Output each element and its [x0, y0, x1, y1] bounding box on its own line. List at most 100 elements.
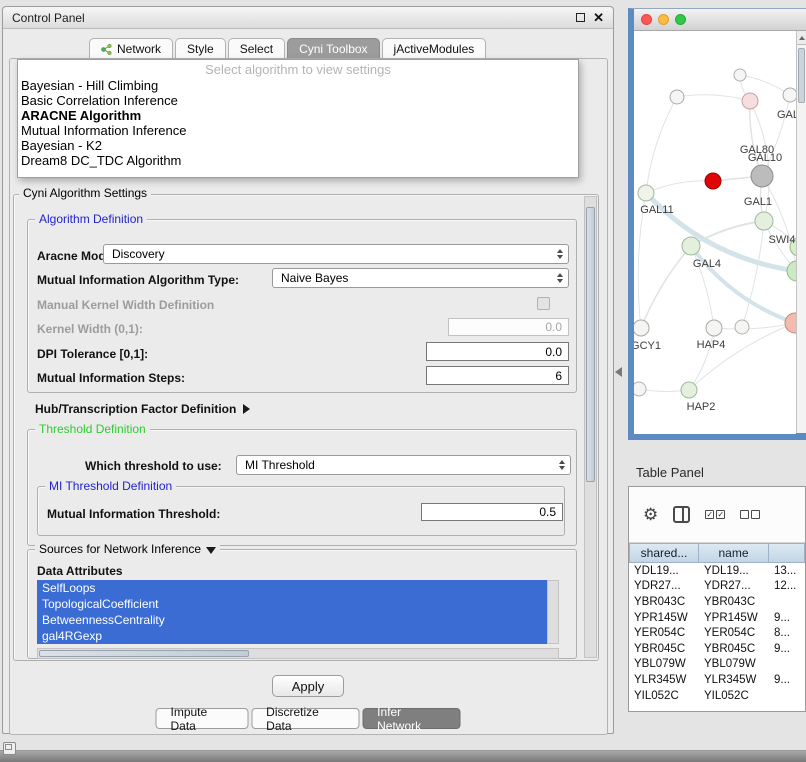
- network-node[interactable]: [670, 90, 684, 104]
- network-node-hap4[interactable]: [706, 320, 722, 336]
- column-header[interactable]: [769, 543, 805, 563]
- algorithm-option[interactable]: Bayesian - Hill Climbing: [18, 78, 578, 93]
- bottom-tab-discretize-data[interactable]: Discretize Data: [251, 708, 359, 729]
- split-pane-handle[interactable]: [615, 367, 622, 377]
- bottom-tab-infer-network[interactable]: Infer Network: [362, 708, 460, 729]
- aracne-mode-select[interactable]: Discovery: [103, 244, 569, 264]
- table-row[interactable]: YIL052CYIL052C: [629, 688, 805, 704]
- dpi-tolerance-field[interactable]: 0.0: [426, 342, 569, 361]
- gene-table-header: shared...name: [629, 543, 805, 563]
- algorithm-option[interactable]: Mutual Information Inference: [18, 123, 578, 138]
- attribute-list-item[interactable]: gal4RGexp: [37, 628, 547, 644]
- table-row[interactable]: YDR27...YDR27...12...: [629, 579, 805, 595]
- data-attributes-list: SelfLoopsTopologicalCoefficientBetweenne…: [37, 580, 547, 644]
- algorithm-option[interactable]: Bayesian - K2: [18, 138, 578, 153]
- network-node-gcy1[interactable]: [634, 320, 649, 336]
- network-edge[interactable]: [740, 75, 790, 95]
- select-all-checkboxes-icon[interactable]: ✓✓: [705, 510, 725, 519]
- minimize-traffic-light-icon[interactable]: [658, 14, 669, 25]
- kernel-width-label: Kernel Width (0,1):: [37, 322, 143, 336]
- network-node[interactable]: [705, 173, 721, 189]
- algorithm-definition-title: Algorithm Definition: [35, 213, 147, 226]
- collapsed-panel-icon[interactable]: [3, 742, 16, 755]
- table-cell: YBL079W: [699, 657, 769, 673]
- algorithm-option[interactable]: Dream8 DC_TDC Algorithm: [18, 153, 578, 168]
- node-label: GAL4: [693, 258, 721, 270]
- column-header[interactable]: name: [699, 543, 769, 563]
- mi-threshold-label: Mutual Information Threshold:: [47, 507, 220, 521]
- bottom-tab-impute-data[interactable]: Impute Data: [156, 708, 249, 729]
- manual-kernel-checkbox[interactable]: [537, 297, 550, 310]
- network-edge[interactable]: [691, 221, 764, 246]
- apply-button[interactable]: Apply: [272, 675, 344, 697]
- float-window-icon[interactable]: [576, 13, 585, 22]
- close-icon[interactable]: ✕: [593, 11, 604, 24]
- settings-scrollbar-thumb[interactable]: [586, 207, 595, 482]
- network-node-gal1[interactable]: [755, 212, 773, 230]
- tab-network[interactable]: Network: [89, 38, 173, 59]
- attributes-hscrollbar-thumb[interactable]: [39, 650, 249, 657]
- hub-section-toggle[interactable]: Hub/Transcription Factor Definition: [35, 402, 250, 416]
- network-edge[interactable]: [742, 221, 764, 327]
- column-selector-icon[interactable]: [673, 506, 690, 523]
- table-row[interactable]: YBR043CYBR043C: [629, 594, 805, 610]
- network-edge[interactable]: [677, 95, 750, 101]
- network-node-gal[interactable]: [783, 88, 796, 102]
- network-node-hap2[interactable]: [681, 382, 697, 398]
- tab-cyni-toolbox[interactable]: Cyni Toolbox: [287, 38, 379, 59]
- mi-steps-field[interactable]: 6: [426, 366, 569, 385]
- network-node-gal10[interactable]: [751, 165, 773, 187]
- network-edge[interactable]: [646, 181, 713, 193]
- attribute-list-item[interactable]: SelfLoops: [37, 580, 547, 596]
- hub-section-label: Hub/Transcription Factor Definition: [35, 402, 236, 416]
- tab-style[interactable]: Style: [175, 38, 226, 59]
- close-traffic-light-icon[interactable]: [641, 14, 652, 25]
- settings-scrollbar[interactable]: [584, 196, 597, 658]
- network-edge[interactable]: [641, 246, 691, 328]
- deselect-all-checkboxes-icon[interactable]: [740, 510, 760, 519]
- network-node[interactable]: [785, 313, 796, 333]
- tab-select[interactable]: Select: [228, 38, 285, 59]
- mi-threshold-field[interactable]: 0.5: [421, 503, 563, 521]
- table-row[interactable]: YBR045CYBR045C9...: [629, 641, 805, 657]
- which-threshold-select[interactable]: MI Threshold: [236, 455, 571, 475]
- table-row[interactable]: YBL079WYBL079W: [629, 657, 805, 673]
- zoom-traffic-light-icon[interactable]: [675, 14, 686, 25]
- table-row[interactable]: YLR345WYLR345W9...: [629, 672, 805, 688]
- table-row[interactable]: YDL19...YDL19...13...: [629, 563, 805, 579]
- mi-type-select[interactable]: Naive Bayes: [272, 268, 569, 288]
- network-node[interactable]: [734, 69, 746, 81]
- table-row[interactable]: YER054CYER054C8...: [629, 625, 805, 641]
- network-node[interactable]: [787, 261, 796, 281]
- manual-kernel-label: Manual Kernel Width Definition: [37, 298, 214, 312]
- network-node-gal80[interactable]: [742, 93, 758, 109]
- attributes-hscrollbar[interactable]: [37, 648, 559, 659]
- attributes-vscrollbar[interactable]: [547, 580, 559, 644]
- network-edge[interactable]: [646, 97, 677, 193]
- algorithm-option[interactable]: ARACNE Algorithm: [18, 108, 578, 123]
- sources-toggle[interactable]: Sources for Network Inference: [35, 543, 220, 556]
- kernel-width-field[interactable]: 0.0: [448, 318, 569, 336]
- settings-gear-icon[interactable]: ⚙: [643, 506, 658, 523]
- network-node-gal11[interactable]: [638, 185, 654, 201]
- table-row[interactable]: YPR145WYPR145W9...: [629, 610, 805, 626]
- tab-jactivemodules[interactable]: jActiveModules: [382, 38, 487, 59]
- node-label: SWI4: [769, 234, 796, 246]
- network-vscrollbar[interactable]: [796, 31, 806, 433]
- network-titlebar[interactable]: [634, 9, 806, 31]
- attribute-list-item[interactable]: TopologicalCoefficient: [37, 596, 547, 612]
- node-label: GAL: [777, 109, 796, 121]
- scroll-up-button[interactable]: [797, 31, 806, 45]
- network-canvas[interactable]: GAL80GALGAL10GAL11GAL1SWI4GAL4GCY1HAP4HA…: [634, 31, 796, 434]
- network-node[interactable]: [735, 320, 749, 334]
- control-panel-titlebar[interactable]: Control Panel ✕: [3, 7, 613, 29]
- algorithm-option[interactable]: Basic Correlation Inference: [18, 93, 578, 108]
- network-node-gal4[interactable]: [682, 237, 700, 255]
- network-edge[interactable]: [689, 328, 714, 390]
- network-vscrollbar-thumb[interactable]: [798, 48, 805, 103]
- tab-label: jActiveModules: [394, 42, 475, 56]
- table-cell: 9...: [769, 672, 805, 688]
- column-header[interactable]: shared...: [629, 543, 699, 563]
- network-node[interactable]: [634, 382, 646, 396]
- attribute-list-item[interactable]: BetweennessCentrality: [37, 612, 547, 628]
